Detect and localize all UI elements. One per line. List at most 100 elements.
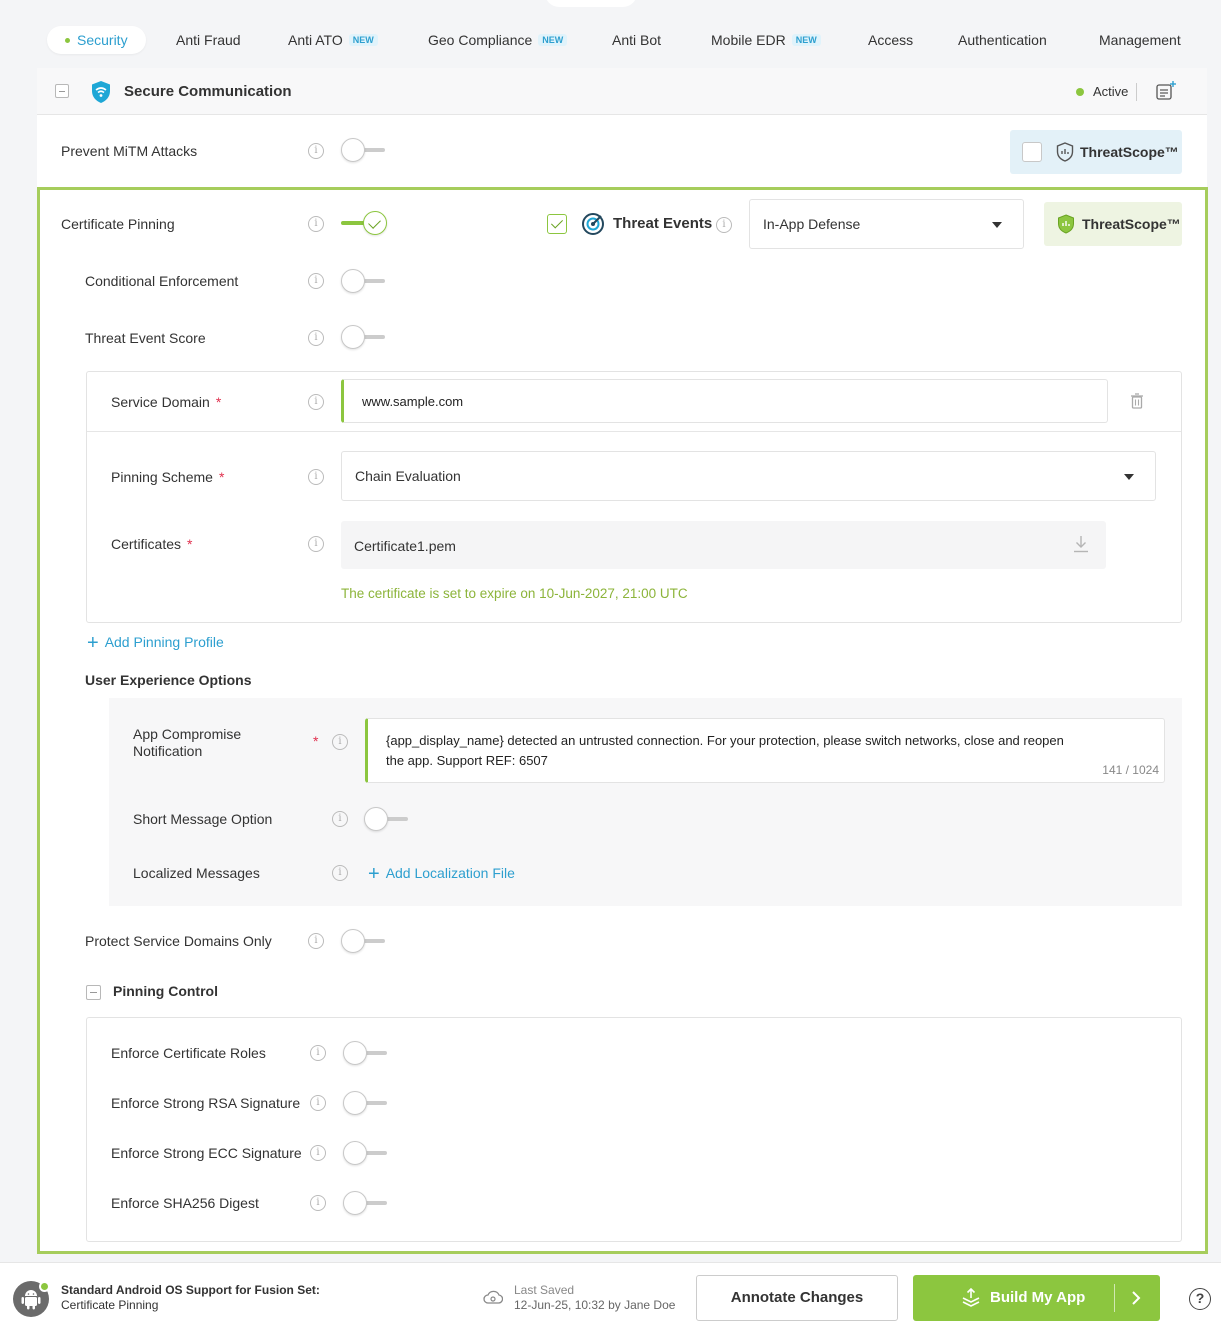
threat-events-checkbox[interactable]	[547, 214, 567, 234]
required-marker: *	[187, 536, 193, 552]
button-divider	[1114, 1284, 1115, 1312]
tab-security[interactable]: Security	[47, 26, 146, 54]
tab-management[interactable]: Management	[1099, 26, 1181, 54]
tab-label: Mobile EDR	[711, 32, 786, 48]
last-saved-label: Last Saved	[514, 1283, 575, 1297]
info-icon[interactable]: i	[310, 1195, 326, 1211]
new-badge: NEW	[348, 34, 378, 46]
tab-authentication[interactable]: Authentication	[958, 26, 1047, 54]
tab-label: Authentication	[958, 32, 1047, 48]
chevron-right-icon[interactable]	[1131, 1291, 1141, 1305]
service-domain-label-text: Service Domain	[111, 394, 210, 410]
tab-access[interactable]: Access	[868, 26, 913, 54]
threatscope-label: ThreatScope™	[1080, 144, 1179, 160]
info-icon[interactable]: i	[308, 273, 324, 289]
pinning-control-collapse-icon[interactable]	[86, 985, 101, 1000]
enforce-certificate-roles-toggle[interactable]	[343, 1041, 389, 1065]
tab-mobile-edr[interactable]: Mobile EDR NEW	[711, 26, 821, 54]
cloud-sync-icon	[483, 1290, 503, 1304]
certificates-label-text: Certificates	[111, 536, 182, 552]
tab-anti-ato[interactable]: Anti ATO NEW	[288, 26, 378, 54]
footer-app-subtitle: Certificate Pinning	[61, 1298, 159, 1312]
pinning-control-item-label: Enforce Certificate Roles	[111, 1045, 266, 1061]
protect-service-domains-toggle[interactable]	[341, 929, 387, 953]
online-status-dot	[39, 1281, 50, 1292]
pinning-scheme-select[interactable]: Chain Evaluation	[341, 451, 1156, 501]
annotate-changes-button[interactable]: Annotate Changes	[696, 1275, 898, 1321]
info-icon[interactable]: i	[308, 933, 324, 949]
pinning-scheme-value: Chain Evaluation	[355, 468, 461, 484]
plus-icon: +	[87, 632, 99, 654]
threatscope-shield-icon	[1058, 214, 1074, 234]
app-compromise-textarea[interactable]: {app_display_name} detected an untrusted…	[365, 718, 1165, 783]
footer-bar: Standard Android OS Support for Fusion S…	[0, 1262, 1221, 1330]
download-icon[interactable]	[1073, 535, 1089, 553]
mitm-toggle[interactable]	[341, 138, 387, 162]
threatscope-checkbox[interactable]	[1022, 142, 1042, 162]
certificate-file-field[interactable]: Certificate1.pem	[341, 521, 1106, 569]
info-icon[interactable]: i	[332, 811, 348, 827]
tab-label: Anti Bot	[612, 32, 662, 48]
info-icon[interactable]: i	[332, 734, 348, 750]
tab-label: Geo Compliance	[428, 32, 533, 48]
info-icon[interactable]: i	[308, 216, 324, 232]
android-icon	[21, 1290, 41, 1310]
tab-anti-bot[interactable]: Anti Bot	[612, 26, 661, 54]
cert-pinning-toggle[interactable]	[341, 211, 387, 235]
defense-select-value: In-App Defense	[763, 216, 861, 232]
info-icon[interactable]: i	[308, 143, 324, 159]
enforce-strong-rsa-toggle[interactable]	[343, 1091, 389, 1115]
required-marker: *	[218, 469, 225, 485]
conditional-enforcement-toggle[interactable]	[341, 269, 387, 293]
tab-label: Anti Fraud	[176, 32, 241, 48]
threat-event-score-toggle[interactable]	[341, 325, 387, 349]
defense-select[interactable]: In-App Defense	[749, 199, 1024, 249]
layers-build-icon	[962, 1288, 980, 1307]
divider	[87, 431, 1181, 432]
add-note-icon[interactable]	[1155, 80, 1177, 102]
pinning-scheme-label: Pinning Scheme *	[111, 469, 224, 485]
help-icon[interactable]: ?	[1189, 1288, 1211, 1310]
service-domain-input[interactable]: www.sample.com	[341, 379, 1108, 423]
info-icon[interactable]: i	[310, 1045, 326, 1061]
mitm-label: Prevent MiTM Attacks	[61, 143, 198, 159]
shield-wifi-icon	[92, 81, 110, 103]
info-icon[interactable]: i	[310, 1145, 326, 1161]
info-icon[interactable]: i	[716, 217, 732, 233]
add-pinning-profile-link[interactable]: + Add Pinning Profile	[87, 632, 224, 655]
add-localization-file-link[interactable]: + Add Localization File	[368, 863, 515, 886]
threatscope-pinning-button[interactable]: ThreatScope™	[1044, 202, 1182, 246]
collapse-toggle-icon[interactable]	[55, 84, 69, 98]
conditional-enforcement-label: Conditional Enforcement	[85, 273, 239, 289]
app-compromise-message: {app_display_name} detected an untrusted…	[386, 733, 1064, 768]
info-icon[interactable]: i	[310, 1095, 326, 1111]
certificate-expiry-note: The certificate is set to expire on 10-J…	[341, 586, 688, 601]
info-icon[interactable]: i	[308, 394, 324, 410]
status-badge: Active	[1093, 84, 1129, 99]
pinning-scheme-label-text: Pinning Scheme	[111, 469, 213, 485]
tab-geo-compliance[interactable]: Geo Compliance NEW	[428, 26, 568, 54]
enforce-strong-ecc-toggle[interactable]	[343, 1141, 389, 1165]
active-dot	[65, 38, 70, 43]
info-icon[interactable]: i	[308, 469, 324, 485]
pinning-control-item-label: Enforce Strong ECC Signature	[111, 1145, 302, 1161]
short-message-toggle[interactable]	[364, 807, 410, 831]
app-compromise-label: App Compromise Notification	[133, 726, 241, 760]
enforce-sha256-toggle[interactable]	[343, 1191, 389, 1215]
threatscope-shield-icon	[1056, 142, 1074, 162]
required-marker: *	[313, 733, 319, 749]
protect-service-domains-label: Protect Service Domains Only	[85, 933, 272, 949]
service-domain-value: www.sample.com	[362, 394, 464, 409]
build-my-app-button[interactable]: Build My App	[913, 1275, 1160, 1321]
info-icon[interactable]: i	[308, 536, 324, 552]
ux-options-title: User Experience Options	[85, 672, 252, 688]
tab-anti-fraud[interactable]: Anti Fraud	[176, 26, 241, 54]
threatscope-mitm-button[interactable]: ThreatScope™	[1010, 130, 1182, 174]
app-compromise-label-line2: Notification	[133, 743, 203, 759]
info-icon[interactable]: i	[308, 330, 324, 346]
info-icon[interactable]: i	[332, 865, 348, 881]
tab-label: Access	[868, 32, 914, 48]
new-badge: NEW	[791, 34, 821, 46]
trash-icon[interactable]	[1130, 393, 1144, 409]
build-my-app-label: Build My App	[990, 1289, 1086, 1306]
